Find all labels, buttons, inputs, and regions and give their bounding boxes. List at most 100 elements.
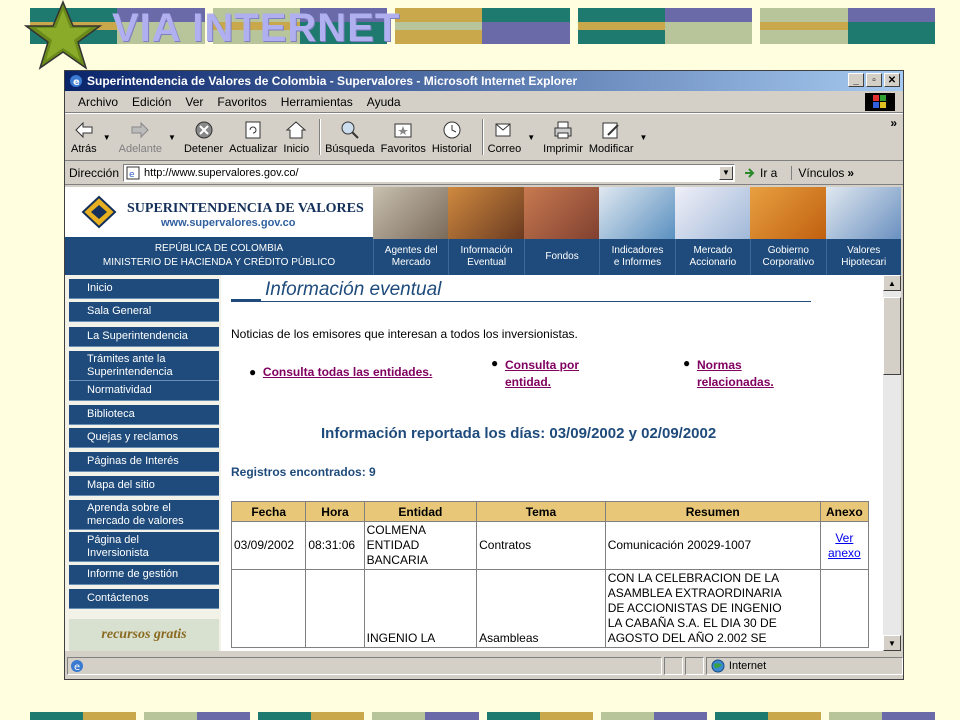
bullet-icon: ● bbox=[683, 356, 691, 370]
menu-archivo[interactable]: Archivo bbox=[71, 95, 125, 109]
browser-window: e Superintendencia de Valores de Colombi… bbox=[64, 70, 904, 680]
sidebar-item-line: Trámites ante la bbox=[87, 352, 166, 365]
zone-label: Internet bbox=[728, 660, 767, 672]
scroll-down-icon[interactable]: ▼ bbox=[883, 635, 901, 651]
edit-dropdown-icon[interactable]: ▼ bbox=[640, 133, 648, 142]
back-dropdown-icon[interactable]: ▼ bbox=[103, 133, 111, 142]
nav-item[interactable]: Indicadores e Informes bbox=[599, 239, 674, 275]
sidebar-item[interactable]: Normatividad bbox=[69, 381, 219, 401]
nav-item[interactable]: Mercado Accionario bbox=[674, 239, 750, 275]
mail-button[interactable]: Correo bbox=[488, 119, 521, 155]
sidebar-item[interactable]: Sala General bbox=[69, 302, 219, 322]
mail-dropdown-icon[interactable]: ▼ bbox=[527, 133, 535, 142]
sidebar-item[interactable]: Páginas de Interés bbox=[69, 452, 219, 472]
header-photo bbox=[599, 187, 675, 239]
site-logo-area[interactable]: SUPERINTENDENCIA DE VALORES www.superval… bbox=[65, 187, 373, 239]
sidebar-item[interactable]: La Superintendencia bbox=[69, 327, 219, 347]
band-block bbox=[30, 712, 137, 720]
link-by-entity[interactable]: Consulta por entidad. bbox=[505, 358, 579, 389]
address-value: http://www.supervalores.gov.co/ bbox=[144, 166, 299, 179]
link-all-entities[interactable]: Consulta todas las entidades. bbox=[263, 365, 432, 379]
nav-item[interactable]: Gobierno Corporativo bbox=[750, 239, 825, 275]
menu-herramientas[interactable]: Herramientas bbox=[274, 95, 360, 109]
menu-edicion[interactable]: Edición bbox=[125, 95, 178, 109]
scroll-thumb[interactable] bbox=[883, 297, 901, 375]
minimize-button[interactable]: _ bbox=[848, 73, 864, 87]
address-bar: Dirección e http://www.supervalores.gov.… bbox=[65, 161, 903, 185]
sidebar-item-label: Normatividad bbox=[87, 384, 152, 397]
sidebar-item[interactable]: Aprenda sobre el mercado de valores bbox=[69, 500, 219, 530]
sidebar-item-line: Contáctenos bbox=[87, 592, 149, 604]
sidebar-item-line: Informe de gestión bbox=[87, 568, 179, 580]
recursos-gratis-banner[interactable]: recursos gratis bbox=[69, 619, 219, 651]
nav-item-label: Indicadores e Informes bbox=[612, 245, 664, 269]
back-button[interactable]: Atrás bbox=[71, 119, 97, 155]
nav-item[interactable]: Valores Hipotecari bbox=[825, 239, 901, 275]
sidebar-item[interactable]: Informe de gestión bbox=[69, 565, 219, 585]
bullet-icon: ● bbox=[249, 365, 263, 379]
government-band: REPÚBLICA DE COLOMBIA MINISTERIO DE HACI… bbox=[65, 239, 373, 275]
forward-dropdown-icon[interactable]: ▼ bbox=[168, 133, 176, 142]
band-block bbox=[395, 8, 570, 44]
nav-item[interactable]: Información Eventual bbox=[448, 239, 523, 275]
nav-item-line: Indicadores bbox=[611, 245, 664, 256]
address-label: Dirección bbox=[69, 165, 120, 180]
close-button[interactable]: ✕ bbox=[884, 73, 900, 87]
maximize-button[interactable]: ▫ bbox=[866, 73, 882, 87]
sidebar-item[interactable]: Trámites ante la Superintendencia bbox=[69, 351, 219, 381]
nav-item[interactable]: Agentes del Mercado bbox=[373, 239, 448, 275]
search-button[interactable]: Búsqueda bbox=[325, 119, 375, 155]
sidebar-item[interactable]: Mapa del sitio bbox=[69, 476, 219, 496]
sidebar-item-label: Inicio bbox=[87, 282, 113, 295]
link-related-norms[interactable]: Normas relacionadas. bbox=[697, 358, 774, 389]
star-icon bbox=[23, 0, 103, 70]
menu-ver[interactable]: Ver bbox=[178, 95, 210, 109]
address-dropdown-icon[interactable]: ▼ bbox=[719, 165, 734, 180]
scroll-up-icon[interactable]: ▲ bbox=[883, 275, 901, 291]
go-button[interactable]: Ir a bbox=[743, 166, 777, 180]
stop-icon bbox=[195, 121, 213, 139]
history-icon bbox=[443, 121, 461, 139]
refresh-button[interactable]: Actualizar bbox=[229, 119, 277, 155]
menu-favoritos[interactable]: Favoritos bbox=[210, 95, 273, 109]
site-nav: Agentes del Mercado Información Eventual Fon… bbox=[373, 239, 901, 275]
print-button[interactable]: Imprimir bbox=[543, 119, 583, 155]
cell-resumen-line: AGOSTO DEL AÑO 2.002 SE bbox=[607, 631, 767, 645]
col-hora: Hora bbox=[305, 501, 365, 522]
band-block bbox=[372, 712, 479, 720]
sidebar-item-line: Normatividad bbox=[87, 384, 152, 396]
sidebar-item-label: La Superintendencia bbox=[87, 330, 188, 343]
sidebar-item[interactable]: Quejas y reclamos bbox=[69, 428, 219, 448]
links-button[interactable]: Vínculos bbox=[791, 165, 844, 180]
nav-item-line: Corporativo bbox=[762, 257, 815, 268]
sidebar-item[interactable]: Página del Inversionista bbox=[69, 532, 219, 562]
supervalores-logo-icon bbox=[81, 195, 117, 229]
band-block bbox=[486, 712, 593, 720]
favorites-button[interactable]: Favoritos bbox=[381, 119, 426, 155]
table-row: INGENIO LA Asambleas CON LA CELEBRACION … bbox=[230, 569, 870, 648]
header-photo bbox=[750, 187, 826, 239]
home-button[interactable]: Inicio bbox=[283, 119, 309, 155]
sidebar-item[interactable]: Biblioteca bbox=[69, 405, 219, 425]
link-norms-line1: Normas bbox=[697, 358, 742, 372]
refresh-icon bbox=[245, 121, 261, 139]
toolbar-overflow-icon[interactable]: » bbox=[890, 116, 897, 130]
page-status-icon: e bbox=[71, 660, 83, 673]
sidebar-item-label: Informe de gestión bbox=[87, 568, 178, 581]
history-button[interactable]: Historial bbox=[432, 119, 472, 155]
band-block bbox=[760, 8, 935, 44]
stop-button[interactable]: Detener bbox=[184, 119, 223, 155]
links-overflow-icon[interactable]: » bbox=[847, 166, 854, 180]
menu-ayuda[interactable]: Ayuda bbox=[360, 95, 408, 109]
sidebar-item[interactable]: Contáctenos bbox=[69, 589, 219, 609]
sidebar-item[interactable]: Inicio bbox=[69, 279, 219, 299]
cell-entidad-line: ENTIDAD bbox=[366, 538, 420, 552]
forward-button[interactable]: Adelante bbox=[119, 119, 162, 155]
view-annex-line2: anexo bbox=[828, 545, 861, 560]
vertical-scrollbar[interactable]: ▲ ▼ bbox=[883, 275, 901, 651]
edit-button[interactable]: Modificar bbox=[589, 119, 634, 155]
header-photo bbox=[448, 187, 524, 239]
view-annex-link[interactable]: Ver anexo bbox=[828, 531, 861, 560]
nav-item[interactable]: Fondos bbox=[523, 239, 599, 275]
address-input[interactable]: e http://www.supervalores.gov.co/ ▼ bbox=[123, 163, 736, 182]
